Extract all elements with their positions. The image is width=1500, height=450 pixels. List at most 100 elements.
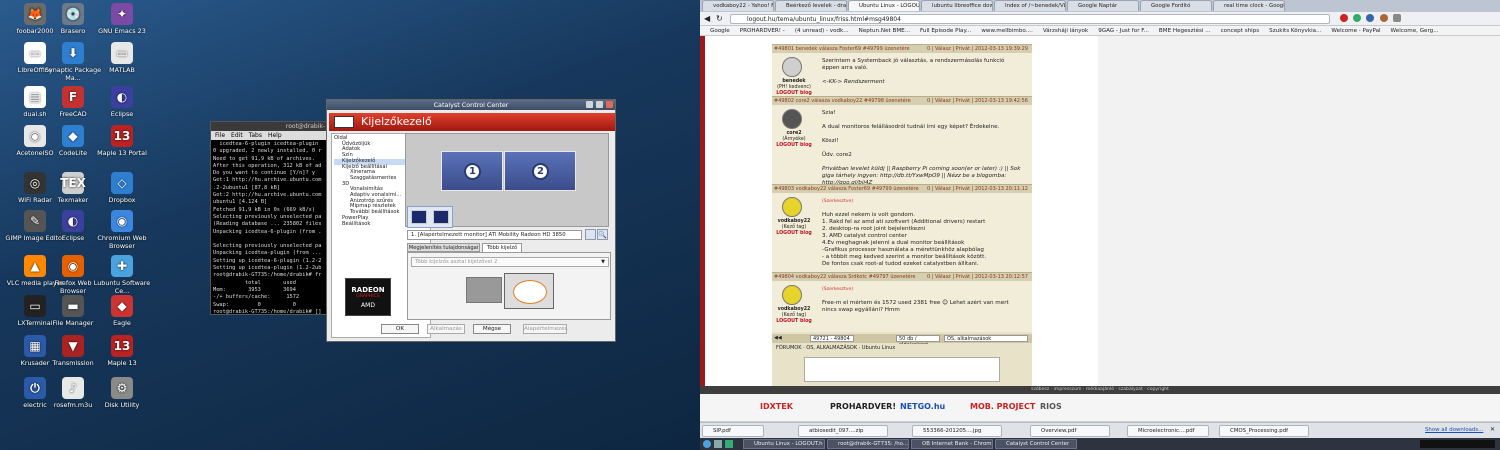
extended-desktop-icon[interactable] xyxy=(504,273,554,309)
desktop-icon[interactable]: ◉ Chromium Web Browser xyxy=(92,210,152,250)
desktop-icon[interactable]: ◆ Eagle xyxy=(92,295,152,327)
bookmark-item[interactable]: Welcome - PayPal xyxy=(1331,28,1380,34)
single-desktop-icon[interactable] xyxy=(466,277,502,303)
avatar[interactable] xyxy=(782,197,802,217)
post-meta[interactable]: 0 | Válasz | Privát | 2012-03-13 19:39:2… xyxy=(927,45,1028,53)
taskbar-item[interactable]: Ubuntu Linux - LOGOUT.h xyxy=(743,439,825,449)
bookmark-item[interactable]: 9GAG - Just for F... xyxy=(1098,28,1149,34)
bookmark-item[interactable]: Welcome, Gerg... xyxy=(1391,28,1439,34)
desktop-icon[interactable]: ✦ GNU Emacs 23 xyxy=(92,3,152,35)
breadcrumb-item[interactable]: OS, ALKALMAZÁSOK xyxy=(806,345,857,351)
close-icon[interactable] xyxy=(606,101,613,108)
partner-logo[interactable]: IDXTEK xyxy=(760,402,793,411)
chrome-browser-window[interactable]: vodkaboy22 - Yahoo! MailBeérkező levelek… xyxy=(700,0,1500,450)
desktop-icon[interactable]: ◇ Dropbox xyxy=(92,172,152,204)
system-tray[interactable] xyxy=(1420,440,1495,448)
extension-icon[interactable] xyxy=(1353,14,1362,22)
desktop-icon[interactable]: ▭ MATLAB xyxy=(92,42,152,74)
taskbar-item[interactable]: Catalyst Control Center xyxy=(995,439,1077,449)
browser-tab[interactable]: Beérkező levelek - drabik xyxy=(775,0,847,11)
monitor-thumbnails[interactable] xyxy=(407,206,453,228)
monitor-1-tile[interactable]: 1 xyxy=(441,151,503,191)
monitor-2-tile[interactable]: 2 xyxy=(504,151,576,191)
download-item[interactable]: atbiosedit_097....zip xyxy=(798,425,888,437)
chevron-down-icon[interactable]: ▼ xyxy=(598,258,608,266)
ad-box[interactable] xyxy=(804,357,1000,382)
monitor-properties-button[interactable] xyxy=(585,229,596,240)
desktop-icon[interactable]: ◐ Eclipse xyxy=(92,86,152,118)
minimize-icon[interactable] xyxy=(586,101,593,108)
topic-select[interactable]: OS, alkalmazások xyxy=(944,335,1028,342)
breadcrumb-item[interactable]: FÓRUMOK xyxy=(776,345,801,351)
tab-display-properties[interactable]: Megjelenítés tulajdonságai xyxy=(407,243,480,252)
terminal-menu-item[interactable]: Help xyxy=(268,132,282,139)
post-author-blog[interactable]: LOGOUT blog xyxy=(774,319,814,324)
post-author[interactable]: core2 xyxy=(774,131,814,136)
bookmark-item[interactable]: Szukits Könyvkia... xyxy=(1269,28,1321,34)
partner-logo[interactable]: PROHARDVER! xyxy=(830,402,896,411)
terminal-menu-item[interactable]: Tabs xyxy=(249,132,262,139)
taskbar-item[interactable]: OB Internet Bank - Chrom... xyxy=(911,439,993,449)
per-page-select[interactable]: 50 db / oldalanként xyxy=(896,335,940,348)
download-item[interactable]: Overview.pdf xyxy=(1030,425,1110,437)
breadcrumb-item[interactable]: Ubuntu Linux xyxy=(862,345,895,351)
device-select[interactable]: 1. [Alapértelmezett monitor] ATI Mobilit… xyxy=(407,230,582,240)
apply-button[interactable]: Alkalmazás xyxy=(427,324,465,334)
browser-tab[interactable]: Google Naptár xyxy=(1067,0,1139,11)
bookmark-item[interactable]: Várzsháji lányok xyxy=(1043,28,1088,34)
tab-multi-display[interactable]: Több kijelző xyxy=(482,243,522,252)
extension-icon[interactable] xyxy=(1366,14,1375,22)
terminal-title[interactable]: root@drabik- xyxy=(211,122,329,131)
desktop-icon[interactable]: 13 Maple 13 xyxy=(92,335,152,367)
download-item[interactable]: Microelectronic....pdf xyxy=(1127,425,1209,437)
bookmark-item[interactable]: (4 unread) - vodk... xyxy=(795,28,849,34)
pager-first-icon[interactable]: ◀◀ xyxy=(774,334,782,343)
multi-display-dropdown[interactable]: Több kijelzős asztal kijelzővel 2 xyxy=(411,257,609,267)
post-author[interactable]: benedek xyxy=(774,79,814,84)
bookmark-item[interactable]: Google xyxy=(710,28,730,34)
adblock-icon[interactable] xyxy=(1340,14,1348,22)
browser-launcher-icon[interactable] xyxy=(725,440,733,448)
post-author-blog[interactable]: LOGOUT blog xyxy=(774,143,814,148)
post-meta[interactable]: 0 | Válasz | Privát | 2012-03-13 19:42:5… xyxy=(927,97,1028,105)
ok-button[interactable]: OK xyxy=(381,324,419,334)
browser-tab[interactable]: Index of /~benedek/VL xyxy=(994,0,1066,11)
terminal-output[interactable]: icedtea-6-plugin icedtea-plugin 0 upgrad… xyxy=(211,140,329,317)
defaults-button[interactable]: Alapértelmezés xyxy=(523,324,567,334)
browser-tab[interactable]: lubuntu libreoffice dow xyxy=(921,0,993,11)
bookmark-item[interactable]: concept ships xyxy=(1221,28,1260,34)
browser-tab[interactable]: Ubuntu Linux - LOGOUT.h xyxy=(848,0,920,11)
taskbar-item[interactable]: root@drabik-GT735: /ho... xyxy=(827,439,909,449)
laptop-monitor-icon[interactable] xyxy=(411,210,427,224)
show-all-downloads-link[interactable]: Show all downloads... xyxy=(1425,427,1483,433)
back-icon[interactable]: ◀ xyxy=(704,14,710,23)
pager-range[interactable]: 49721 - 49804 xyxy=(810,335,854,342)
browser-tab[interactable]: vodkaboy22 - Yahoo! Mail xyxy=(702,0,774,11)
post-meta[interactable]: 0 | Válasz | Privát | 2012-03-13 20:11:1… xyxy=(927,185,1028,193)
download-item[interactable]: SIP.pdf xyxy=(702,425,764,437)
post-author[interactable]: vodkaboy22 xyxy=(774,219,814,224)
post-meta[interactable]: 0 | Válasz | Privát | 2012-03-13 20:12:5… xyxy=(927,273,1028,281)
partner-logo[interactable]: NETGO.hu xyxy=(900,402,945,411)
file-manager-icon[interactable] xyxy=(714,440,722,448)
post-header-text[interactable]: #49801 benedek válasza Foster69 #49799 ü… xyxy=(774,46,910,52)
browser-tab[interactable]: Google Fordító xyxy=(1140,0,1212,11)
download-item[interactable]: CMOS_Processing.pdf xyxy=(1219,425,1309,437)
ccc-titlebar[interactable]: Catalyst Control Center xyxy=(327,100,615,110)
bookmark-item[interactable]: www.mellbimbo.... xyxy=(981,28,1033,34)
catalyst-control-center-window[interactable]: Catalyst Control Center Kijelzőkezelő Ol… xyxy=(326,99,616,342)
post-header-text[interactable]: #49802 core2 válasza vodkaboy22 #49798 ü… xyxy=(774,98,911,104)
bookmark-item[interactable]: Full Episode Play... xyxy=(920,28,971,34)
partner-logo[interactable]: MOB. PROJECT xyxy=(970,402,1035,411)
external-monitor-icon[interactable] xyxy=(433,210,449,224)
avatar[interactable] xyxy=(782,57,802,77)
reload-icon[interactable]: ↻ xyxy=(716,14,723,23)
post-header-text[interactable]: #49804 vodkaboy22 válasza Srdkotc #49797… xyxy=(774,274,916,280)
post-header-text[interactable]: #49803 vodkaboy22 válasza Foster69 #4979… xyxy=(774,186,919,192)
bookmark-item[interactable]: PROHARDVER! - xyxy=(740,28,785,34)
wrench-icon[interactable] xyxy=(1392,14,1401,22)
desktop-icon[interactable]: 13 Maple 13 Portal xyxy=(92,125,152,157)
start-menu-icon[interactable] xyxy=(703,440,711,448)
avatar[interactable] xyxy=(782,285,802,305)
terminal-window[interactable]: root@drabik- File Edit Tabs Help icedtea-6-… xyxy=(210,121,330,315)
